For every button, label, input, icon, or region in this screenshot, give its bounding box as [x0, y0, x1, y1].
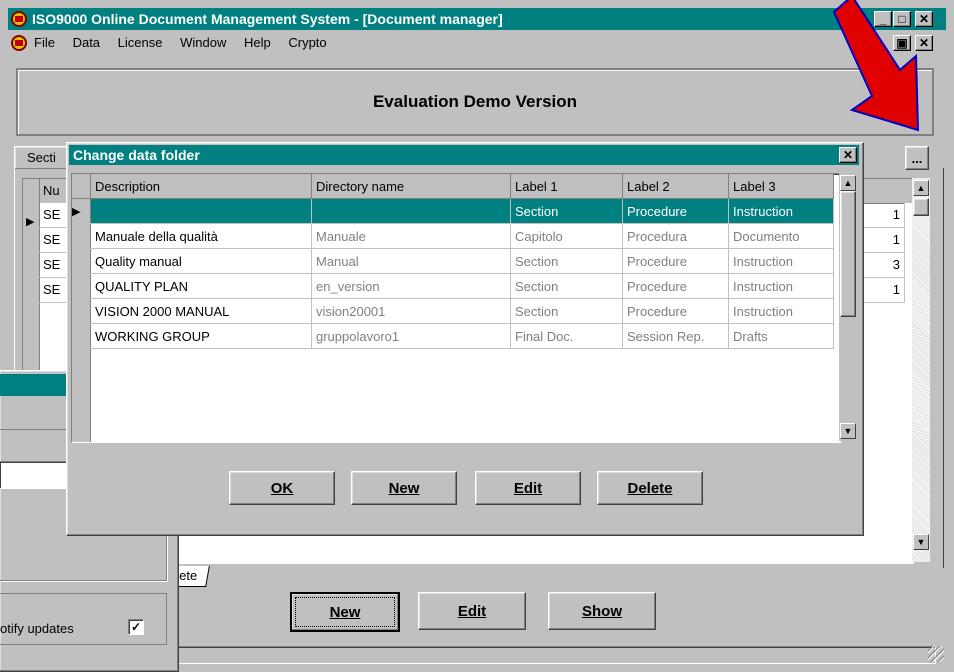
table-row[interactable]: QUALITY PLAN en_version Section Procedur…	[72, 273, 834, 299]
folder-grid: Description Directory name Label 1 Label…	[71, 173, 841, 443]
table-row[interactable]: WORKING GROUP gruppolavoro1 Final Doc. S…	[72, 323, 834, 349]
grid-cell-value: 1	[859, 203, 905, 228]
dialog-scroll-up-icon[interactable]: ▲	[840, 175, 856, 191]
menu-window[interactable]: Window	[180, 35, 226, 50]
cell-description[interactable]: WORKING GROUP	[90, 323, 312, 349]
cell-label3[interactable]: Drafts	[728, 323, 834, 349]
cell-label2[interactable]: Procedura	[622, 223, 729, 249]
cell-label2[interactable]: Procedure	[622, 198, 729, 224]
red-arrow-icon	[832, 0, 920, 132]
delete-button-label: Delete	[627, 479, 673, 497]
table-row[interactable]: Quality manual Manual Section Procedure …	[72, 248, 834, 274]
scroll-down-icon[interactable]: ▼	[913, 534, 929, 550]
mdi-doc-icon[interactable]	[10, 34, 28, 52]
table-row[interactable]: VISION 2000 MANUAL vision20001 Section P…	[72, 298, 834, 324]
cell-label2[interactable]: Procedure	[622, 273, 729, 299]
dialog-edit-button-label: Edit	[513, 479, 543, 497]
cell-label2[interactable]: Session Rep.	[622, 323, 729, 349]
cell-description[interactable]: Manuale della qualità	[90, 223, 312, 249]
ok-button-label: OK	[270, 479, 294, 497]
menu-license[interactable]: License	[118, 35, 163, 50]
edit-button[interactable]: Edit	[418, 592, 526, 630]
col-description[interactable]: Description	[90, 174, 312, 199]
dialog-scrollbar[interactable]: ▲ ▼	[839, 173, 857, 441]
cell-label3[interactable]: Instruction	[728, 248, 834, 274]
row-pointer-icon: ▶	[26, 216, 35, 228]
menu-help[interactable]: Help	[244, 35, 271, 50]
cell-directory[interactable]	[311, 198, 511, 224]
cell-description[interactable]: Quality manual	[90, 248, 312, 274]
show-button-label: Show	[582, 602, 622, 620]
scroll-thumb[interactable]	[913, 198, 929, 216]
app-icon	[10, 10, 28, 28]
cell-description[interactable]: VISION 2000 MANUAL	[90, 298, 312, 324]
dialog-edit-button[interactable]: Edit	[475, 471, 581, 505]
grid-cell-value: 3	[859, 253, 905, 278]
change-data-folder-dialog: Change data folder ✕ Description Directo…	[66, 142, 864, 536]
dialog-title-text: Change data folder	[73, 147, 200, 163]
cell-label3[interactable]: Instruction	[728, 273, 834, 299]
grid-cell-value: 1	[859, 228, 905, 253]
cell-directory[interactable]: Manuale	[311, 223, 511, 249]
show-button[interactable]: Show	[548, 592, 656, 630]
notify-updates-checkbox[interactable]: ✓	[128, 619, 144, 635]
edit-button-label: Edit	[457, 602, 487, 620]
banner-text: Evaluation Demo Version	[372, 92, 578, 111]
dialog-new-button[interactable]: New	[351, 471, 457, 505]
dialog-scroll-down-icon[interactable]: ▼	[840, 423, 856, 439]
table-row[interactable]: Manuale della qualità Manuale Capitolo P…	[72, 223, 834, 249]
new-button[interactable]: New	[290, 592, 400, 632]
menu-file[interactable]: File	[34, 35, 55, 50]
col-label-3[interactable]: Label 3	[728, 174, 834, 199]
cell-directory[interactable]: gruppolavoro1	[311, 323, 511, 349]
ellipsis-label: ...	[911, 150, 923, 166]
grid-cell-value: 1	[859, 278, 905, 303]
cell-label2[interactable]: Procedure	[622, 248, 729, 274]
bottom-tab-label: ete	[179, 568, 198, 583]
cell-label1[interactable]: Final Doc.	[510, 323, 623, 349]
cell-label1[interactable]: Section	[510, 273, 623, 299]
cell-label3[interactable]: Instruction	[728, 298, 834, 324]
dialog-new-button-label: New	[388, 479, 420, 497]
cell-directory[interactable]: en_version	[311, 273, 511, 299]
col-label-2[interactable]: Label 2	[622, 174, 729, 199]
cell-directory[interactable]: Manual	[311, 248, 511, 274]
cell-label1[interactable]: Capitolo	[510, 223, 623, 249]
folder-table: Description Directory name Label 1 Label…	[72, 174, 834, 442]
new-button-label: New	[329, 603, 361, 621]
delete-button[interactable]: Delete	[597, 471, 703, 505]
menu-data[interactable]: Data	[73, 35, 100, 50]
background-scrollbar[interactable]: ▲ ▼	[912, 178, 930, 562]
notify-updates-label: otify updates	[0, 621, 74, 636]
resize-grip-icon[interactable]	[928, 646, 944, 662]
col-label-1[interactable]: Label 1	[510, 174, 623, 199]
row-pointer-icon: ▶	[72, 198, 91, 224]
grid-header-number: Nu	[43, 183, 60, 198]
scroll-up-icon[interactable]: ▲	[913, 180, 929, 196]
menu-crypto[interactable]: Crypto	[288, 35, 326, 50]
cell-label1[interactable]: Section	[510, 298, 623, 324]
cell-label1[interactable]: Section	[510, 248, 623, 274]
cell-label3[interactable]: Instruction	[728, 198, 834, 224]
col-directory-name[interactable]: Directory name	[311, 174, 511, 199]
cell-label3[interactable]: Documento	[728, 223, 834, 249]
cell-label2[interactable]: Procedure	[622, 298, 729, 324]
dialog-close-button[interactable]: ✕	[839, 147, 857, 163]
banner-panel: Evaluation Demo Version	[16, 68, 934, 136]
cell-label1[interactable]: Section	[510, 198, 623, 224]
table-row[interactable]: ▶ Section Procedure Instruction	[72, 198, 834, 224]
ok-button[interactable]: OK	[229, 471, 335, 505]
ellipsis-button[interactable]: ...	[905, 146, 929, 170]
cell-directory[interactable]: vision20001	[311, 298, 511, 324]
cell-description[interactable]	[90, 198, 312, 224]
dialog-scroll-thumb[interactable]	[840, 191, 856, 317]
main-title-text: ISO9000 Online Document Management Syste…	[32, 11, 503, 27]
tab-section-label: Secti	[27, 150, 56, 165]
bottom-tab[interactable]: ete	[174, 566, 210, 587]
dialog-title-bar[interactable]: Change data folder ✕	[69, 145, 859, 165]
cell-description[interactable]: QUALITY PLAN	[90, 273, 312, 299]
